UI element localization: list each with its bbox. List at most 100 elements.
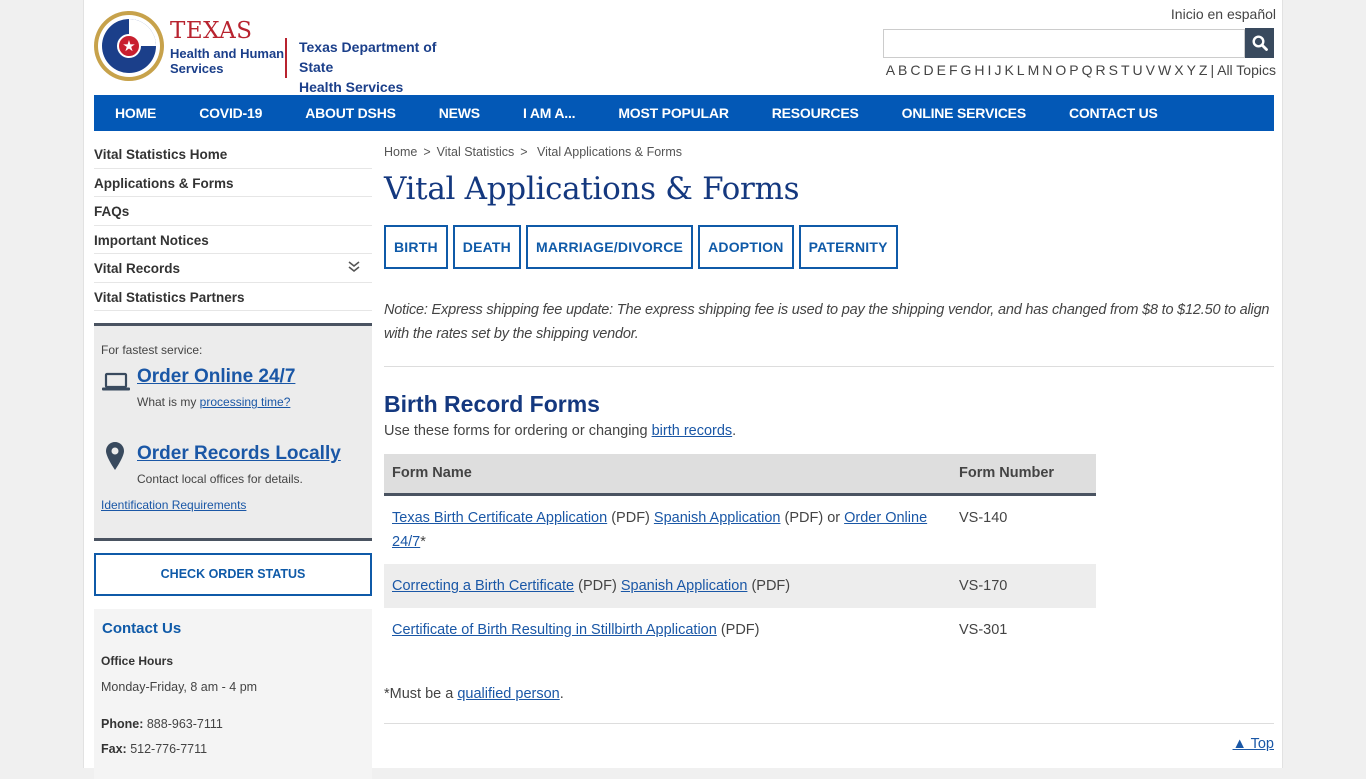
birth-records-link[interactable]: birth records bbox=[652, 423, 733, 439]
az-letter-l[interactable]: L bbox=[1017, 62, 1025, 78]
section-intro: Use these forms for ordering or changing… bbox=[384, 421, 1274, 441]
breadcrumb-home[interactable]: Home bbox=[384, 145, 417, 159]
az-letter-o[interactable]: O bbox=[1055, 62, 1066, 78]
order-online-link[interactable]: Order Online 24/7 bbox=[137, 366, 295, 388]
az-letter-v[interactable]: V bbox=[1146, 62, 1155, 78]
intro-suffix: . bbox=[732, 423, 737, 439]
nav-item-contact-us[interactable]: CONTACT US bbox=[1069, 95, 1158, 131]
az-letter-i[interactable]: I bbox=[988, 62, 992, 78]
identification-requirements-link[interactable]: Identification Requirements bbox=[101, 498, 246, 512]
back-to-top-link[interactable]: ▲ Top bbox=[1233, 736, 1275, 752]
column-header-form-number: Form Number bbox=[951, 454, 1096, 496]
az-letter-q[interactable]: Q bbox=[1082, 62, 1093, 78]
dshs-name-line1: Texas Department of State bbox=[299, 39, 437, 75]
az-letter-h[interactable]: H bbox=[974, 62, 984, 78]
nav-item-resources[interactable]: RESOURCES bbox=[772, 95, 859, 131]
processing-time-link[interactable]: processing time? bbox=[200, 395, 291, 409]
sidebar-item-vital-records[interactable]: Vital Records bbox=[94, 254, 372, 283]
az-letter-a[interactable]: A bbox=[886, 62, 895, 78]
footnote-text: *Must be a bbox=[384, 685, 458, 702]
az-letter-d[interactable]: D bbox=[924, 62, 934, 78]
nav-item-home[interactable]: HOME bbox=[115, 95, 156, 131]
sidebar-item-important-notices[interactable]: Important Notices bbox=[94, 226, 372, 254]
qualified-person-link[interactable]: qualified person bbox=[457, 686, 559, 702]
sidebar-item-label: Vital Records bbox=[94, 261, 181, 276]
nav-item-covid-19[interactable]: COVID-19 bbox=[199, 95, 262, 131]
espanol-link[interactable]: Inicio en español bbox=[1171, 6, 1276, 22]
site-logo[interactable]: ★ TEXAS Health and Human Services Texas … bbox=[94, 10, 474, 95]
double-chevron-down-icon[interactable] bbox=[348, 254, 360, 284]
nav-item-news[interactable]: NEWS bbox=[439, 95, 480, 131]
az-letter-g[interactable]: G bbox=[961, 62, 972, 78]
main-nav: HOME COVID-19 ABOUT DSHS NEWS I AM A... MOST … bbox=[94, 95, 1274, 131]
sidebar-nav: Vital Statistics Home Applications & Form… bbox=[94, 140, 372, 311]
processing-prefix: What is my bbox=[137, 395, 200, 409]
az-letter-w[interactable]: W bbox=[1158, 62, 1171, 78]
table-row: Texas Birth Certificate Application (PDF… bbox=[384, 494, 1096, 564]
az-letter-p[interactable]: P bbox=[1069, 62, 1078, 78]
search-button[interactable] bbox=[1245, 28, 1274, 58]
tab-death[interactable]: DEATH bbox=[452, 225, 521, 269]
pdf-label: (PDF) bbox=[607, 509, 654, 526]
az-index: A B C D E F G H I J K L M N O P Q R S T U V W X Y Z | All Topics bbox=[883, 62, 1276, 78]
page: ★ TEXAS Health and Human Services Texas … bbox=[83, 0, 1283, 779]
all-topics-link[interactable]: All Topics bbox=[1217, 62, 1276, 78]
contact-title: Contact Us bbox=[102, 620, 182, 637]
tab-paternity[interactable]: PATERNITY bbox=[798, 225, 898, 269]
az-letter-m[interactable]: M bbox=[1028, 62, 1040, 78]
az-letter-u[interactable]: U bbox=[1133, 62, 1143, 78]
tab-birth[interactable]: BIRTH bbox=[384, 225, 448, 269]
az-letter-t[interactable]: T bbox=[1121, 62, 1130, 78]
search-input[interactable] bbox=[883, 29, 1245, 58]
nav-item-online-services[interactable]: ONLINE SERVICES bbox=[902, 95, 1027, 131]
az-letter-y[interactable]: Y bbox=[1187, 62, 1196, 78]
order-locally-link[interactable]: Order Records Locally bbox=[137, 443, 341, 465]
spanish-application-link[interactable]: Spanish Application bbox=[654, 510, 781, 526]
form-number-cell: VS-301 bbox=[959, 621, 1008, 638]
sidebar-divider bbox=[94, 538, 372, 541]
contact-local-text: Contact local offices for details. bbox=[137, 472, 303, 486]
az-letter-r[interactable]: R bbox=[1096, 62, 1106, 78]
sidebar-item-label: Vital Statistics Home bbox=[94, 147, 228, 162]
check-order-status-button[interactable]: CHECK ORDER STATUS bbox=[94, 553, 372, 596]
stillbirth-application-link[interactable]: Certificate of Birth Resulting in Stillb… bbox=[392, 622, 717, 638]
az-letter-x[interactable]: X bbox=[1174, 62, 1183, 78]
processing-time-text: What is my processing time? bbox=[137, 395, 290, 409]
tab-marriage-divorce[interactable]: MARRIAGE/DIVORCE bbox=[525, 225, 694, 269]
breadcrumb-current: Vital Applications & Forms bbox=[537, 145, 683, 159]
page-title: Vital Applications & Forms bbox=[384, 171, 800, 207]
fax-value: 512-776-7711 bbox=[130, 742, 208, 756]
table-header-row: Form Name Form Number bbox=[384, 454, 1096, 496]
az-letter-n[interactable]: N bbox=[1042, 62, 1052, 78]
nav-item-most-popular[interactable]: MOST POPULAR bbox=[618, 95, 729, 131]
record-type-tabs: BIRTH DEATH MARRIAGE/DIVORCE ADOPTION PA… bbox=[384, 225, 1274, 269]
nav-item-about-dshs[interactable]: ABOUT DSHS bbox=[305, 95, 396, 131]
az-letter-k[interactable]: K bbox=[1004, 62, 1013, 78]
phone-label: Phone: bbox=[101, 717, 144, 731]
nav-item-i-am-a[interactable]: I AM A... bbox=[523, 95, 576, 131]
az-letter-j[interactable]: J bbox=[994, 62, 1001, 78]
phone-value: 888-963-7111 bbox=[146, 717, 223, 731]
correcting-birth-certificate-link[interactable]: Correcting a Birth Certificate bbox=[392, 578, 574, 594]
main-content: Home > Vital Statistics > Vital Application… bbox=[384, 140, 1274, 752]
sidebar-item-vital-statistics-home[interactable]: Vital Statistics Home bbox=[94, 140, 372, 169]
sidebar-item-label: Important Notices bbox=[94, 232, 209, 248]
az-letter-e[interactable]: E bbox=[937, 62, 946, 78]
logo-divider bbox=[285, 38, 287, 78]
sidebar-item-applications-forms[interactable]: Applications & Forms bbox=[94, 169, 372, 197]
sidebar-item-faqs[interactable]: FAQs bbox=[94, 197, 372, 226]
pdf-label: (PDF) bbox=[747, 577, 791, 594]
pdf-label: (PDF) or bbox=[780, 509, 845, 526]
sidebar-item-vital-statistics-partners[interactable]: Vital Statistics Partners bbox=[94, 283, 372, 311]
az-letter-f[interactable]: F bbox=[949, 62, 958, 78]
pdf-label: (PDF) bbox=[716, 621, 760, 638]
az-letter-s[interactable]: S bbox=[1109, 62, 1118, 78]
az-letter-z[interactable]: Z bbox=[1199, 62, 1208, 78]
texas-birth-certificate-application-link[interactable]: Texas Birth Certificate Application bbox=[392, 510, 607, 526]
breadcrumb-vital-statistics[interactable]: Vital Statistics bbox=[437, 145, 515, 159]
fastest-service-label: For fastest service: bbox=[101, 343, 203, 357]
spanish-application-link[interactable]: Spanish Application bbox=[621, 578, 748, 594]
tab-adoption[interactable]: ADOPTION bbox=[698, 225, 794, 269]
az-letter-b[interactable]: B bbox=[898, 62, 907, 78]
az-letter-c[interactable]: C bbox=[910, 62, 920, 78]
